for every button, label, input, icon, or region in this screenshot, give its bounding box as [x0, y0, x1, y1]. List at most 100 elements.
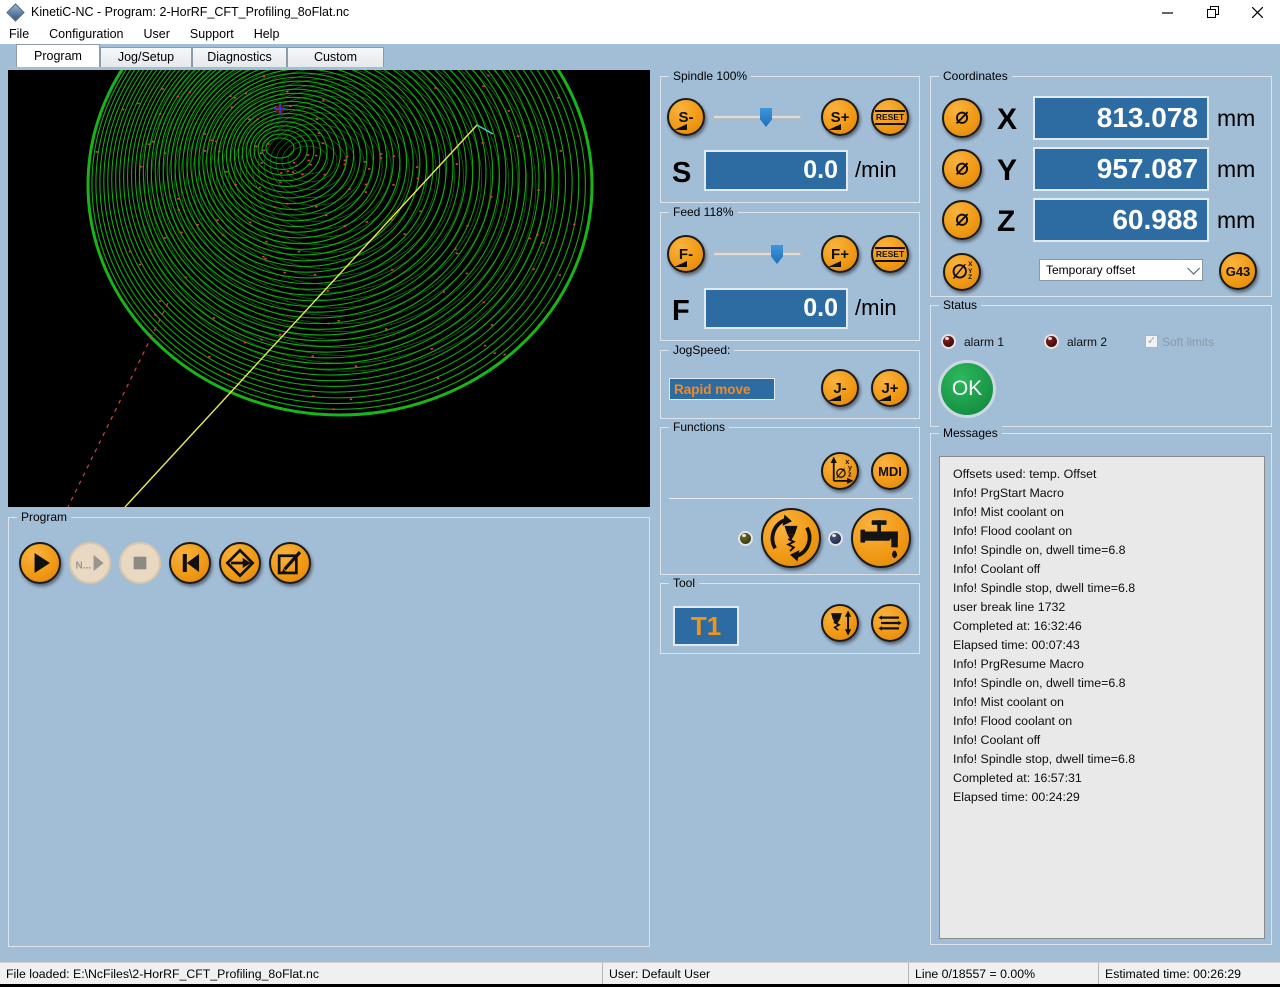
message-line: Elapsed time: 00:07:43 [953, 638, 1080, 652]
message-line: Elapsed time: 00:24:29 [953, 790, 1080, 804]
y-unit-label: mm [1217, 156, 1256, 182]
message-line: Info! Mist coolant on [953, 505, 1064, 519]
jog-minus-button[interactable]: J- [821, 369, 859, 407]
window-title: KinetiC-NC - Program: 2-HorRF_CFT_Profil… [31, 5, 350, 19]
soft-limits-label: Soft limits [1162, 335, 1215, 349]
menu-configuration[interactable]: Configuration [39, 24, 133, 44]
tool-measure-button[interactable] [821, 604, 859, 642]
zero-xyz-icon: ∅ XYZ [951, 261, 973, 283]
offset-select[interactable]: Temporary offset [1039, 259, 1203, 281]
messages-group: Messages Offsets used: temp. Offset Info… [930, 426, 1272, 945]
message-line: Offsets used: temp. Offset [953, 467, 1097, 481]
alarm2-label: alarm 2 [1067, 335, 1108, 349]
message-line: Info! Spindle stop, dwell time=6.8 [953, 581, 1136, 595]
functions-group-label: Functions [669, 420, 730, 434]
spindle-unit-label: /min [855, 157, 897, 182]
zero-all-axes-button[interactable]: ∅ XYZ [943, 253, 981, 291]
statusbar-line-progress: Line 0/18557 = 0.00% [908, 963, 1098, 985]
axis-z-label: Z [997, 205, 1016, 238]
svg-text:∅: ∅ [836, 466, 847, 480]
tab-diagnostics[interactable]: Diagnostics [192, 47, 287, 67]
axis-x-label: X [997, 103, 1018, 136]
functions-group: Functions ∅ x y z MDI [660, 420, 920, 575]
menu-support[interactable]: Support [180, 24, 244, 44]
single-block-icon: N... [76, 554, 104, 571]
spindle-override-slider[interactable] [713, 108, 801, 127]
program-stop-button[interactable] [119, 542, 161, 584]
status-group: Status alarm 1 alarm 2 ✓ Soft limits OK [930, 298, 1272, 427]
feed-group: Feed 118% F- F+ RESET F 0.0 /min [660, 205, 920, 341]
jog-plus-button[interactable]: J+ [871, 369, 909, 407]
single-block-button[interactable]: N... [69, 542, 111, 584]
menu-user[interactable]: User [134, 24, 180, 44]
goto-arrow-icon [225, 548, 255, 578]
menu-help[interactable]: Help [244, 24, 290, 44]
restore-icon [1206, 6, 1219, 18]
current-tool-display: T1 [673, 606, 739, 646]
status-ok-indicator: OK [938, 360, 996, 418]
spindle-slider-thumb[interactable] [760, 108, 772, 127]
tabstrip: Program Jog/Setup Diagnostics Custom [0, 44, 1280, 67]
stop-icon [133, 556, 147, 570]
program-rewind-button[interactable] [169, 542, 211, 584]
coordinates-group: Coordinates ∅ X 813.078 mm ∅ Y 957.087 m… [930, 69, 1272, 297]
g43-button[interactable]: G43 [1219, 252, 1257, 290]
feed-slider-thumb[interactable] [771, 245, 783, 264]
feed-minus-button[interactable]: F- [667, 235, 705, 273]
minimize-button[interactable] [1145, 0, 1190, 24]
tab-jog-setup[interactable]: Jog/Setup [100, 47, 192, 67]
menu-file[interactable]: File [0, 24, 39, 44]
coolant-toggle-button[interactable] [851, 508, 911, 568]
toolpath-viewport[interactable] [8, 70, 650, 507]
feed-group-label: Feed 118% [669, 205, 738, 219]
minimize-icon [1162, 11, 1173, 14]
probe-zero-button[interactable]: ∅ x y z [821, 452, 859, 490]
zero-x-button[interactable]: ∅ [942, 98, 982, 138]
x-position-display: 813.078 [1033, 96, 1209, 140]
spindle-plus-button[interactable]: S+ [821, 98, 859, 136]
soft-limits-checkbox[interactable]: ✓ [1145, 335, 1158, 348]
message-line: Info! Flood coolant on [953, 714, 1073, 728]
zero-y-button[interactable]: ∅ [942, 149, 982, 189]
message-line: Completed at: 16:57:31 [953, 771, 1082, 785]
feed-plus-button[interactable]: F+ [821, 235, 859, 273]
goto-line-button[interactable] [219, 542, 261, 584]
tab-program[interactable]: Program [16, 44, 100, 67]
feed-override-slider[interactable] [713, 245, 801, 264]
tool-table-icon [878, 615, 902, 631]
svg-text:z: z [848, 470, 852, 478]
messages-list[interactable]: Offsets used: temp. Offset Info! PrgStar… [939, 456, 1265, 939]
menubar: File Configuration User Support Help [0, 24, 1280, 44]
statusbar-file: File loaded: E:\NcFiles\2-HorRF_CFT_Prof… [6, 967, 320, 981]
tab-custom[interactable]: Custom [287, 47, 384, 67]
restore-button[interactable] [1190, 0, 1235, 24]
edit-program-button[interactable] [269, 542, 311, 584]
statusbar-estimated-time: Estimated time: 00:26:29 [1098, 963, 1280, 985]
x-unit-label: mm [1217, 105, 1256, 131]
spindle-rotate-icon [770, 514, 812, 562]
zero-icon: ∅ [955, 105, 969, 131]
spindle-minus-button[interactable]: S- [667, 98, 705, 136]
y-position-display: 957.087 [1033, 147, 1209, 191]
program-group: Program N... (2-HorRF_CFT_Profiling_8oFl… [8, 510, 650, 947]
zero-icon: ∅ [955, 156, 969, 182]
jog-mode-display: Rapid move [669, 378, 775, 400]
close-button[interactable] [1235, 0, 1280, 24]
alarm1-label: alarm 1 [964, 335, 1005, 349]
message-line: user break line 1732 [953, 600, 1066, 614]
spindle-group: Spindle 100% S- S+ RESET S 0.0 /min [660, 69, 920, 203]
zero-z-button[interactable]: ∅ [942, 200, 982, 240]
mdi-button[interactable]: MDI [871, 452, 909, 490]
spindle-state-led [738, 531, 753, 546]
spindle-reset-button[interactable]: RESET [871, 98, 909, 136]
feed-reset-button[interactable]: RESET [871, 235, 909, 273]
close-icon [1252, 6, 1263, 18]
chevron-down-icon [1187, 261, 1200, 275]
tool-length-icon [831, 610, 852, 636]
tool-table-button[interactable] [871, 604, 909, 642]
spindle-toggle-button[interactable] [761, 508, 821, 568]
jogspeed-group-label: JogSpeed: [669, 343, 735, 357]
program-start-button[interactable] [19, 542, 61, 584]
statusbar-user: User: Default User [602, 963, 908, 985]
message-line: Info! Flood coolant on [953, 524, 1073, 538]
